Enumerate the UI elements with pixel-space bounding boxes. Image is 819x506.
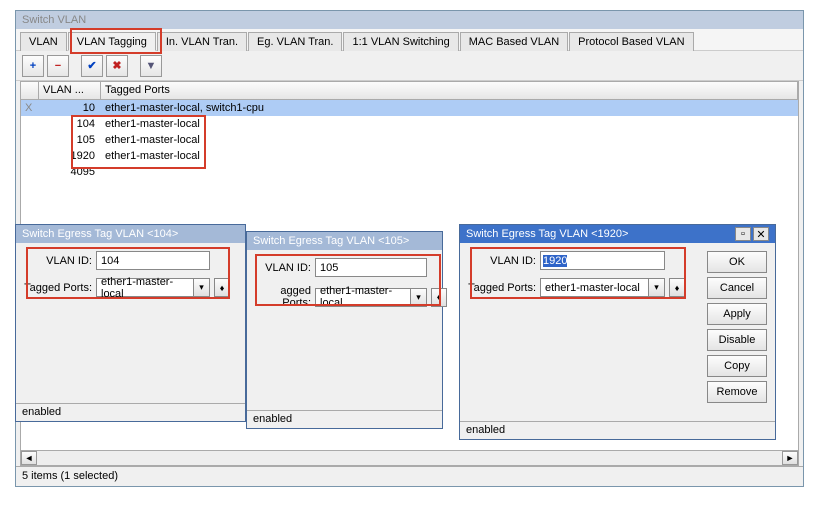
ports-select[interactable]: ether1-master-local ▾ [96, 278, 210, 297]
ports-append-button[interactable]: ♦ [431, 288, 447, 307]
col-vlan[interactable]: VLAN ... [39, 82, 101, 99]
dlg104-status: enabled [16, 403, 245, 421]
remove-button[interactable]: Remove [707, 381, 767, 403]
dlg1920-status: enabled [460, 421, 775, 439]
copy-button[interactable]: Copy [707, 355, 767, 377]
funnel-icon: ▼ [146, 60, 157, 72]
vlanid-input[interactable]: 1920 [540, 251, 665, 270]
dlg104-title: Switch Egress Tag VLAN <104> [22, 228, 178, 240]
tab-mac-based[interactable]: MAC Based VLAN [460, 32, 568, 51]
vlanid-input[interactable] [96, 251, 210, 270]
statusbar: 5 items (1 selected) [16, 466, 803, 486]
vlanid-input[interactable] [315, 258, 427, 277]
ports-append-button[interactable]: ♦ [214, 278, 230, 297]
dialog-vlan-1920: Switch Egress Tag VLAN <1920> ▫ ✕ VLAN I… [459, 224, 776, 440]
ports-label: Tagged Ports: [24, 282, 92, 294]
dialog-vlan-105: Switch Egress Tag VLAN <105> VLAN ID: ag… [246, 231, 443, 429]
cell-vlan: 105 [39, 134, 101, 146]
ports-append-button[interactable]: ♦ [669, 278, 685, 297]
minimize-button[interactable]: ▫ [735, 227, 751, 241]
tab-protocol-based[interactable]: Protocol Based VLAN [569, 32, 693, 51]
filter-button[interactable]: ▼ [140, 55, 162, 77]
ports-select[interactable]: ether1-master-local ▾ [315, 288, 427, 307]
close-button[interactable]: ✕ [753, 227, 769, 241]
dlg1920-title: Switch Egress Tag VLAN <1920> [466, 228, 628, 240]
scroll-right-icon[interactable]: ► [782, 451, 798, 465]
ports-label: agged Ports: [249, 285, 311, 309]
table-row[interactable]: 104 ether1-master-local [21, 116, 798, 132]
main-title: Switch VLAN [22, 14, 86, 26]
table-row[interactable]: X 10 ether1-master-local, switch1-cpu [21, 100, 798, 116]
ports-label: Tagged Ports: [468, 282, 536, 294]
h-scrollbar[interactable]: ◄ ► [20, 450, 799, 466]
dialog-vlan-104: Switch Egress Tag VLAN <104> VLAN ID: Ta… [15, 224, 246, 422]
ports-value: ether1-master-local [541, 282, 648, 294]
ports-value: ether1-master-local [97, 276, 193, 300]
scroll-track[interactable] [37, 451, 782, 465]
enable-button[interactable]: ✔ [81, 55, 103, 77]
vlanid-label: VLAN ID: [24, 255, 92, 267]
dlg1920-buttons: OK Cancel Apply Disable Copy Remove [697, 251, 767, 403]
close-icon: ✕ [756, 228, 765, 241]
vlanid-value: 1920 [543, 255, 567, 267]
dlg105-title: Switch Egress Tag VLAN <105> [253, 235, 409, 247]
tab-in-vlan-tran[interactable]: In. VLAN Tran. [157, 32, 247, 51]
tab-vlan-tagging[interactable]: VLAN Tagging [68, 32, 156, 51]
vlanid-label: VLAN ID: [468, 255, 536, 267]
dlg105-status: enabled [247, 410, 442, 428]
cancel-button[interactable]: Cancel [707, 277, 767, 299]
table-header: VLAN ... Tagged Ports [21, 82, 798, 100]
dlg105-body: VLAN ID: agged Ports: ether1-master-loca… [247, 250, 442, 317]
col-ports[interactable]: Tagged Ports [101, 82, 798, 99]
remove-button[interactable]: − [47, 55, 69, 77]
cell-ports: ether1-master-local [101, 134, 798, 146]
dropdown-icon[interactable]: ▾ [193, 279, 209, 296]
minimize-icon: ▫ [741, 228, 745, 240]
ok-button[interactable]: OK [707, 251, 767, 273]
dlg1920-body: VLAN ID: 1920 Tagged Ports: ether1-maste… [460, 243, 775, 411]
cell-ports: ether1-master-local [101, 150, 798, 162]
dlg105-titlebar[interactable]: Switch Egress Tag VLAN <105> [247, 232, 442, 250]
apply-button[interactable]: Apply [707, 303, 767, 325]
ports-select[interactable]: ether1-master-local ▾ [540, 278, 665, 297]
cell-vlan: 10 [39, 102, 101, 114]
ports-value: ether1-master-local [316, 285, 410, 309]
cell-vlan: 4095 [39, 166, 101, 178]
scroll-left-icon[interactable]: ◄ [21, 451, 37, 465]
tab-11-switching[interactable]: 1:1 VLAN Switching [343, 32, 458, 51]
tab-vlan[interactable]: VLAN [20, 32, 67, 51]
dlg104-body: VLAN ID: Tagged Ports: ether1-master-loc… [16, 243, 245, 305]
toolbar: + − ✔ ✖ ▼ [16, 51, 803, 81]
dlg1920-titlebar[interactable]: Switch Egress Tag VLAN <1920> ▫ ✕ [460, 225, 775, 243]
cell-flag: X [21, 102, 39, 114]
check-icon: ✔ [87, 59, 96, 72]
dropdown-icon[interactable]: ▾ [648, 279, 664, 296]
table-row[interactable]: 1920 ether1-master-local [21, 148, 798, 164]
disable-button[interactable]: Disable [707, 329, 767, 351]
cell-vlan: 1920 [39, 150, 101, 162]
dropdown-icon[interactable]: ▾ [410, 289, 426, 306]
col-flag[interactable] [21, 82, 39, 99]
disable-button[interactable]: ✖ [106, 55, 128, 77]
cross-icon: ✖ [112, 59, 121, 72]
table-row[interactable]: 4095 [21, 164, 798, 180]
status-text: 5 items (1 selected) [22, 470, 118, 482]
cell-ports: ether1-master-local [101, 118, 798, 130]
minus-icon: − [55, 60, 61, 72]
table-row[interactable]: 105 ether1-master-local [21, 132, 798, 148]
cell-vlan: 104 [39, 118, 101, 130]
table-body: X 10 ether1-master-local, switch1-cpu 10… [21, 100, 798, 180]
dlg104-titlebar[interactable]: Switch Egress Tag VLAN <104> [16, 225, 245, 243]
vlanid-label: VLAN ID: [249, 262, 311, 274]
add-button[interactable]: + [22, 55, 44, 77]
tab-bar: VLAN VLAN Tagging In. VLAN Tran. Eg. VLA… [16, 29, 803, 51]
tab-eg-vlan-tran[interactable]: Eg. VLAN Tran. [248, 32, 342, 51]
main-titlebar[interactable]: Switch VLAN [16, 11, 803, 29]
cell-ports: ether1-master-local, switch1-cpu [101, 102, 798, 114]
plus-icon: + [30, 60, 36, 72]
